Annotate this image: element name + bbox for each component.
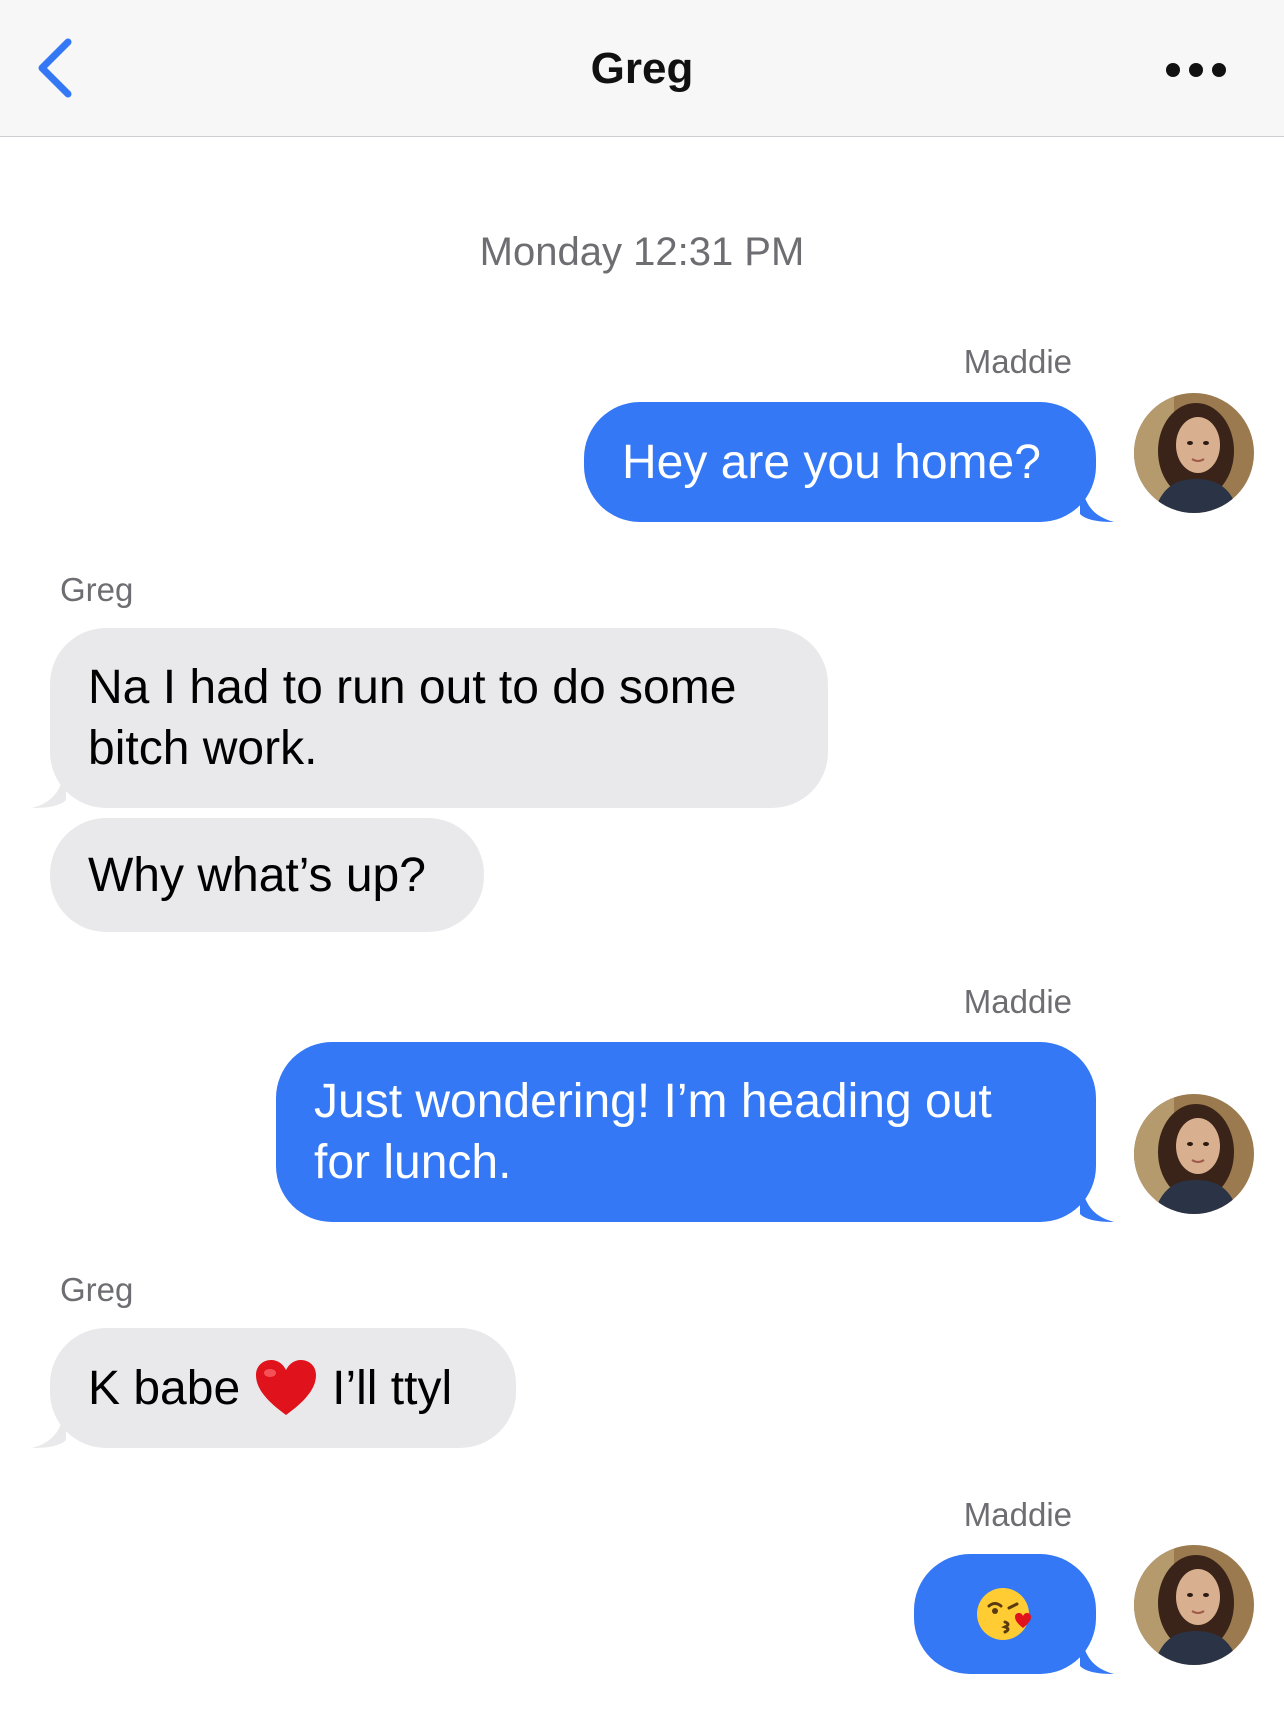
bubble-tail xyxy=(32,1404,66,1448)
conversation-title: Greg xyxy=(590,44,694,93)
sender-name: Maddie xyxy=(963,983,1072,1020)
incoming-message-bubble[interactable]: K babe I’ll ttyl xyxy=(32,1328,516,1448)
sender-name: Maddie xyxy=(963,1496,1072,1533)
outgoing-message-bubble[interactable] xyxy=(914,1554,1114,1674)
message-timestamp: Monday 12:31 PM xyxy=(479,230,805,274)
message-text: K babe xyxy=(88,1361,241,1415)
message-text-line: Na I had to run out to do some xyxy=(88,661,737,714)
sender-name: Greg xyxy=(60,1271,134,1308)
face-blowing-kiss-icon xyxy=(977,1588,1031,1640)
red-heart-icon xyxy=(256,1360,317,1415)
contact-photo xyxy=(1134,393,1254,513)
message-text-line: for lunch. xyxy=(314,1136,512,1189)
message-text: Hey are you home? xyxy=(622,435,1041,489)
bubble-tail xyxy=(32,764,66,808)
contact-photo xyxy=(1134,1094,1254,1214)
incoming-message-bubble[interactable]: Why what’s up? xyxy=(50,818,484,932)
bubble-tail xyxy=(1080,478,1114,522)
message-text-line: bitch work. xyxy=(88,722,318,775)
outgoing-message-bubble[interactable]: Just wondering! I’m heading out for lunc… xyxy=(276,1042,1114,1222)
message-text: I’ll ttyl xyxy=(332,1361,453,1415)
avatar[interactable] xyxy=(1134,1545,1254,1665)
sender-name: Greg xyxy=(60,571,134,608)
navigation-bar: Greg xyxy=(0,0,1284,137)
ellipsis-icon[interactable] xyxy=(1164,60,1228,80)
sender-name: Maddie xyxy=(963,343,1072,380)
message-text: Why what’s up? xyxy=(88,848,426,902)
message-text-line: Just wondering! I’m heading out xyxy=(314,1075,992,1128)
outgoing-message-bubble[interactable]: Hey are you home? xyxy=(584,402,1114,522)
bubble-tail xyxy=(1080,1178,1114,1222)
bubble-tail xyxy=(1080,1630,1114,1674)
avatar[interactable] xyxy=(1134,393,1254,513)
incoming-message-bubble[interactable]: Na I had to run out to do some bitch wor… xyxy=(32,628,828,808)
avatar[interactable] xyxy=(1134,1094,1254,1214)
contact-photo xyxy=(1134,1545,1254,1665)
